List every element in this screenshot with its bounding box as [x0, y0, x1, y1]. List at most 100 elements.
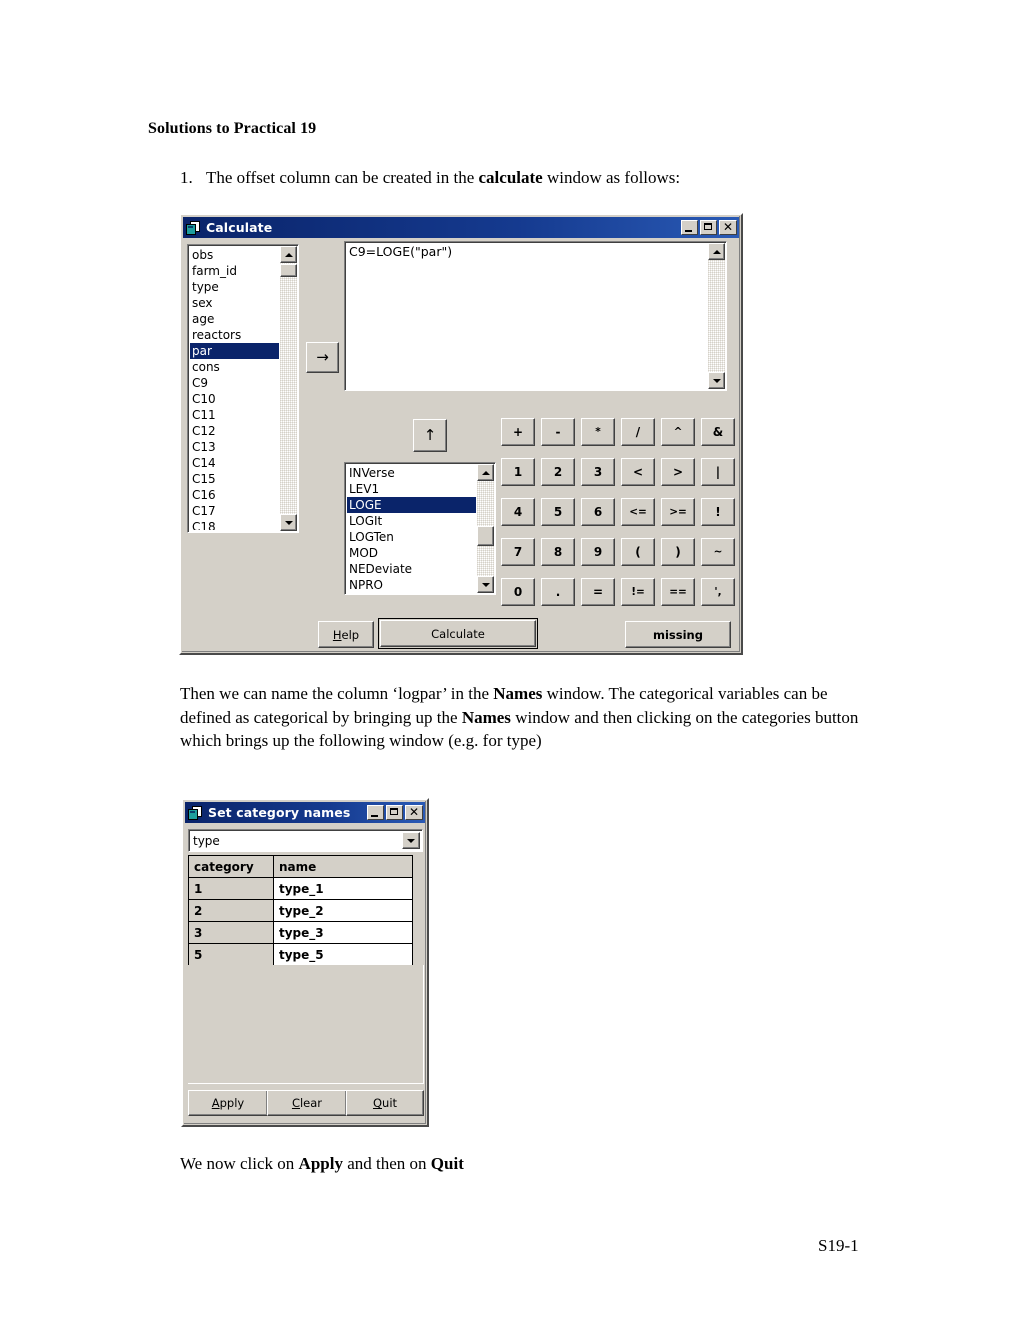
chevron-down-icon[interactable] [402, 832, 420, 849]
function-list-scrollbar[interactable] [477, 464, 494, 593]
key-power[interactable]: ^ [661, 418, 695, 446]
key-pipe[interactable]: | [701, 458, 735, 486]
list-item[interactable]: reactors [190, 327, 279, 343]
key-6[interactable]: 6 [581, 498, 615, 526]
variable-list-scrollbar[interactable] [280, 246, 297, 531]
quit-button[interactable]: Quit [346, 1090, 424, 1116]
scroll-up-arrow-icon[interactable] [708, 243, 725, 260]
table-row[interactable]: 1 type_1 [188, 877, 413, 900]
scrollbar-thumb[interactable] [280, 264, 297, 277]
list-item[interactable]: INVerse [347, 465, 476, 481]
scroll-down-arrow-icon[interactable] [280, 514, 297, 531]
list-item[interactable]: C16 [190, 487, 279, 503]
key-0[interactable]: 0 [501, 578, 535, 606]
set-category-names-window[interactable]: Set category names ✕ type category name … [181, 798, 429, 1127]
key-9[interactable]: 9 [581, 538, 615, 566]
key-5[interactable]: 5 [541, 498, 575, 526]
scroll-up-arrow-icon[interactable] [280, 246, 297, 263]
category-titlebar[interactable]: Set category names ✕ [185, 802, 425, 823]
list-item[interactable]: LOGTen [347, 529, 476, 545]
list-item[interactable]: farm_id [190, 263, 279, 279]
list-item[interactable]: C14 [190, 455, 279, 471]
variable-combobox[interactable]: type [188, 829, 423, 852]
key-7[interactable]: 7 [501, 538, 535, 566]
key-equals[interactable]: = [581, 578, 615, 606]
expression-textarea[interactable]: C9=LOGE("par") [344, 241, 727, 391]
minimize-icon[interactable] [681, 220, 698, 235]
insert-variable-button[interactable]: → [306, 342, 339, 373]
calculate-titlebar[interactable]: Calculate ✕ [183, 217, 739, 238]
key-divide[interactable]: / [621, 418, 655, 446]
list-item[interactable]: LOGIt [347, 513, 476, 529]
list-item[interactable]: NEDeviate [347, 561, 476, 577]
scroll-down-arrow-icon[interactable] [708, 372, 725, 389]
key-exclamation[interactable]: ! [701, 498, 735, 526]
help-button[interactable]: Help [318, 621, 374, 648]
list-item[interactable]: type [190, 279, 279, 295]
move-up-button[interactable]: ↑ [413, 419, 447, 452]
key-minus[interactable]: - [541, 418, 575, 446]
key-8[interactable]: 8 [541, 538, 575, 566]
cell-name[interactable]: type_5 [273, 943, 413, 966]
close-icon[interactable]: ✕ [719, 220, 737, 235]
list-item[interactable]: C10 [190, 391, 279, 407]
clear-button[interactable]: Clear [267, 1090, 347, 1116]
key-greater-than[interactable]: > [661, 458, 695, 486]
key-4[interactable]: 4 [501, 498, 535, 526]
page-title: Solutions to Practical 19 [148, 120, 317, 137]
calculate-button[interactable]: Calculate [378, 618, 538, 649]
cell-name[interactable]: type_3 [273, 921, 413, 944]
cell-name[interactable]: type_2 [273, 899, 413, 922]
list-item[interactable]: C13 [190, 439, 279, 455]
list-item[interactable]: sex [190, 295, 279, 311]
scroll-up-arrow-icon[interactable] [477, 464, 494, 481]
list-item-selected[interactable]: LOGE [347, 497, 476, 513]
key-dot[interactable]: . [541, 578, 575, 606]
key-1[interactable]: 1 [501, 458, 535, 486]
close-icon[interactable]: ✕ [405, 805, 423, 820]
table-row[interactable]: 3 type_3 [188, 921, 413, 944]
paragraph-names-window: Then we can name the column ‘logpar’ in … [180, 682, 860, 753]
expression-scrollbar[interactable] [708, 243, 725, 389]
list-item[interactable]: C18 [190, 519, 279, 530]
calculate-window[interactable]: Calculate ✕ obs farm_id type sex age rea… [179, 213, 743, 655]
scroll-down-arrow-icon[interactable] [477, 576, 494, 593]
list-item[interactable]: C11 [190, 407, 279, 423]
list-item[interactable]: NPRO [347, 577, 476, 592]
list-item[interactable]: C12 [190, 423, 279, 439]
key-less-equal[interactable]: <= [621, 498, 655, 526]
table-row[interactable]: 5 type_5 [188, 943, 413, 966]
list-item[interactable]: C15 [190, 471, 279, 487]
function-listbox[interactable]: INVerse LEV1 LOGE LOGIt LOGTen MOD NEDev… [344, 462, 496, 595]
missing-button[interactable]: missing [625, 621, 731, 648]
key-2[interactable]: 2 [541, 458, 575, 486]
list-item[interactable]: cons [190, 359, 279, 375]
scrollbar-thumb[interactable] [477, 526, 494, 546]
maximize-icon[interactable] [700, 220, 717, 235]
variable-listbox[interactable]: obs farm_id type sex age reactors par co… [187, 244, 299, 533]
minimize-icon[interactable] [367, 805, 384, 820]
key-plus[interactable]: + [501, 418, 535, 446]
cell-name[interactable]: type_1 [273, 877, 413, 900]
list-item[interactable]: obs [190, 247, 279, 263]
key-ampersand[interactable]: & [701, 418, 735, 446]
list-item[interactable]: C9 [190, 375, 279, 391]
key-tilde[interactable]: ~ [701, 538, 735, 566]
apply-button[interactable]: Apply [188, 1090, 268, 1116]
list-item[interactable]: age [190, 311, 279, 327]
key-open-paren[interactable]: ( [621, 538, 655, 566]
key-less-than[interactable]: < [621, 458, 655, 486]
list-item-selected[interactable]: par [190, 343, 279, 359]
key-close-paren[interactable]: ) [661, 538, 695, 566]
key-greater-equal[interactable]: >= [661, 498, 695, 526]
list-item[interactable]: LEV1 [347, 481, 476, 497]
key-double-equal[interactable]: == [661, 578, 695, 606]
table-row[interactable]: 2 type_2 [188, 899, 413, 922]
list-item[interactable]: MOD [347, 545, 476, 561]
list-item[interactable]: C17 [190, 503, 279, 519]
maximize-icon[interactable] [386, 805, 403, 820]
key-multiply[interactable]: * [581, 418, 615, 446]
key-quote-comma[interactable]: ', [701, 578, 735, 606]
key-3[interactable]: 3 [581, 458, 615, 486]
key-not-equal[interactable]: != [621, 578, 655, 606]
